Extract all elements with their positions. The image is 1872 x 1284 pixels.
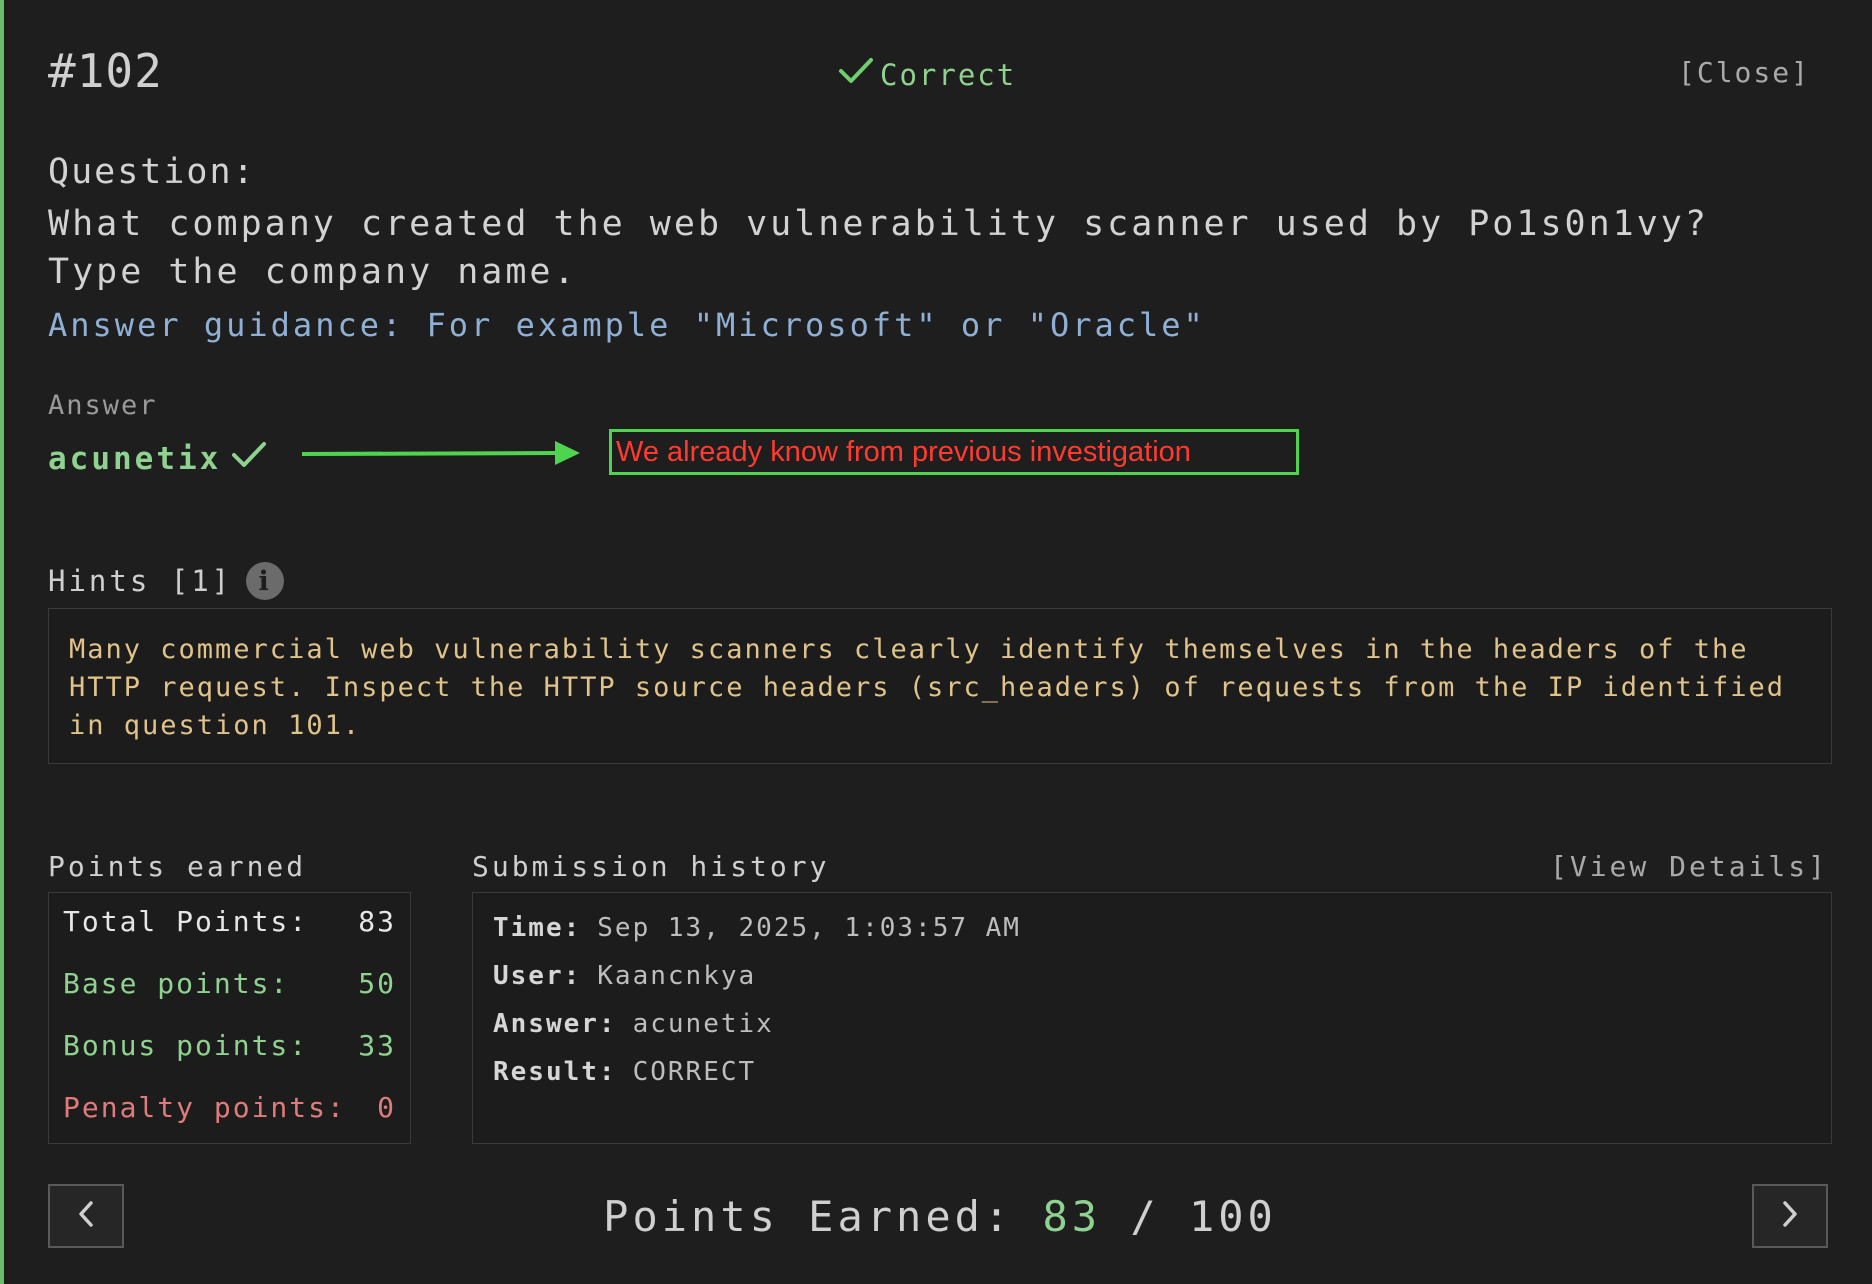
base-points-row: Base points: 50 [63,967,396,1029]
info-icon[interactable]: i [246,562,285,600]
answer-label: Answer: [493,1009,617,1039]
answer-value: acunetix [632,1009,774,1039]
check-icon [838,56,874,93]
question-panel: #102 Correct [Close] Question: What comp… [0,0,1872,1284]
total-points-value: 83 [358,905,396,938]
total-points-row: Total Points: 83 [63,905,396,967]
arrow-right-icon [300,438,585,472]
bonus-points-row: Bonus points: 33 [63,1029,396,1091]
status-badge: Correct [838,56,1016,93]
question-text: What company created the web vulnerabili… [48,204,1709,292]
user-value: Kaancnkya [597,961,757,991]
points-earned-label: Points earned [48,850,307,883]
answer-guidance: Answer guidance: For example "Microsoft"… [48,306,1206,344]
chevron-right-icon [1779,1199,1801,1233]
total-points-label: Total Points: [63,905,309,938]
close-button[interactable]: [Close] [1678,56,1810,89]
penalty-points-row: Penalty points: 0 [63,1091,396,1153]
answer-value: acunetix [48,440,267,478]
penalty-points-value: 0 [377,1091,396,1124]
points-separator: / [1130,1192,1160,1241]
submission-time-row: Time: Sep 13, 2025, 1:03:57 AM [493,913,1811,961]
question-label: Question: [48,152,256,192]
points-summary: Points Earned: 83 / 100 [4,1192,1872,1241]
answer-text: acunetix [48,441,222,477]
status-text: Correct [880,57,1017,92]
points-earned-value: 83 [1042,1192,1102,1241]
bonus-points-value: 33 [358,1029,396,1062]
hints-label: Hints [1] [48,564,233,598]
points-breakdown: Total Points: 83 Base points: 50 Bonus p… [48,892,411,1144]
annotation-callout: We already know from previous investigat… [609,429,1299,475]
result-value: CORRECT [632,1057,757,1087]
points-earned-footer-label: Points Earned: [603,1192,1014,1241]
view-details-link[interactable]: [View Details] [1550,850,1828,883]
time-label: Time: [493,913,582,943]
submission-history: Time: Sep 13, 2025, 1:03:57 AM User: Kaanc… [472,892,1832,1144]
submission-user-row: User: Kaancnkya [493,961,1811,1009]
answer-label: Answer [48,390,158,421]
points-max-value: 100 [1188,1192,1277,1241]
submission-answer-row: Answer: acunetix [493,1009,1811,1057]
penalty-points-label: Penalty points: [63,1091,346,1124]
check-icon [231,440,267,478]
hint-text: Many commercial web vulnerability scanne… [48,608,1832,764]
base-points-label: Base points: [63,967,290,1000]
submission-result-row: Result: CORRECT [493,1057,1811,1105]
question-number: #102 [48,44,163,98]
submission-history-label: Submission history [472,850,830,883]
hints-header: Hints [1] i [48,562,285,600]
bonus-points-label: Bonus points: [63,1029,309,1062]
time-value: Sep 13, 2025, 1:03:57 AM [597,913,1021,943]
next-question-button[interactable] [1752,1184,1828,1248]
base-points-value: 50 [358,967,396,1000]
user-label: User: [493,961,582,991]
result-label: Result: [493,1057,617,1087]
